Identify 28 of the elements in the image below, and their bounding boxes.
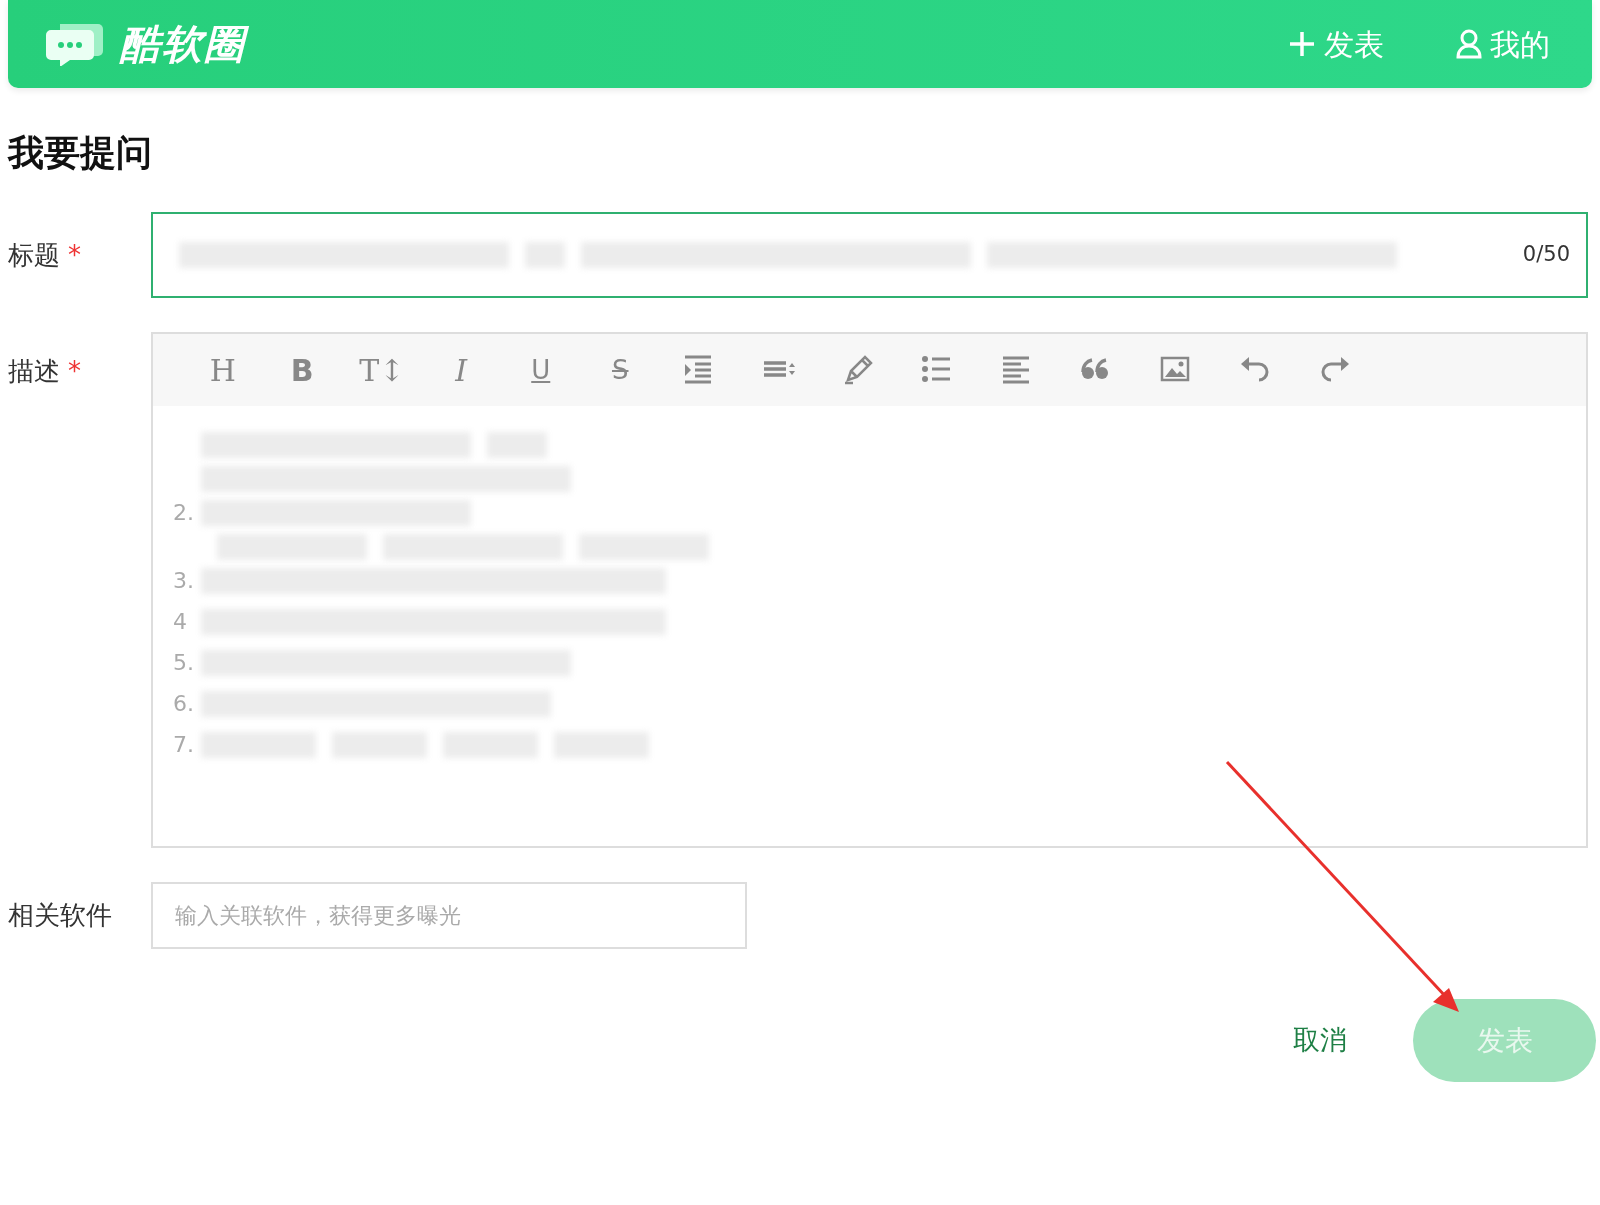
list-number: 7. [173,731,195,759]
plus-icon [1288,30,1316,58]
list-number: 3. [173,567,195,595]
required-mark: * [68,355,81,388]
publish-link[interactable]: 发表 [1282,20,1390,68]
page-title: 我要提问 [8,131,153,175]
title-input[interactable]: 0/50 [151,212,1588,298]
list-number: 2. [173,499,195,527]
font-size-button[interactable]: T↕ [342,345,422,395]
required-mark: * [68,238,81,272]
cancel-button[interactable]: 取消 [1287,1019,1353,1062]
list-number: 5. [173,649,195,677]
rich-text-editor[interactable]: H B T↕ I U S 2. 3. 4 5. 6. 7. [151,332,1588,848]
underline-button[interactable]: U [501,345,581,395]
list-number: 4 [173,608,188,636]
heading-button[interactable]: H [183,345,263,395]
strikethrough-button[interactable]: S [580,345,660,395]
user-icon [1456,29,1482,59]
bold-button[interactable]: B [262,345,342,395]
field-label: 描述 [8,355,60,388]
character-counter: 0/50 [1522,241,1570,269]
software-input[interactable]: 输入关联软件，获得更多曝光 [151,882,747,949]
chat-bubble-logo-icon [46,22,104,66]
field-label: 相关软件 [8,899,112,932]
profile-link[interactable]: 我的 [1450,20,1556,68]
italic-button[interactable]: I [421,345,501,395]
list-number: 6. [173,690,195,718]
field-label: 标题 [8,238,60,272]
